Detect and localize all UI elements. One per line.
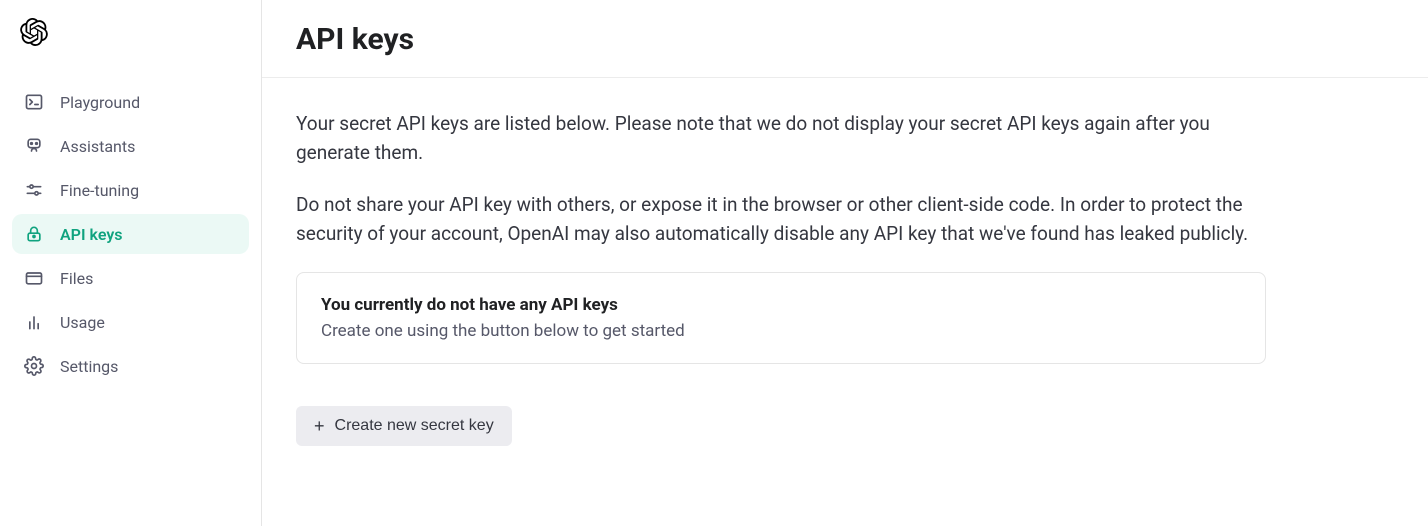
sidebar: Playground Assistants Fine-tuning API ke… <box>0 0 262 526</box>
main-content: API keys Your secret API keys are listed… <box>262 0 1428 526</box>
divider <box>262 77 1428 78</box>
sidebar-item-api-keys[interactable]: API keys <box>12 214 249 254</box>
sidebar-item-label: Assistants <box>60 137 135 156</box>
sidebar-item-assistants[interactable]: Assistants <box>12 126 249 166</box>
sidebar-item-fine-tuning[interactable]: Fine-tuning <box>12 170 249 210</box>
openai-logo[interactable] <box>12 18 249 82</box>
finetune-icon <box>24 180 44 200</box>
plus-icon: + <box>314 417 325 435</box>
empty-state-box: You currently do not have any API keys C… <box>296 272 1266 364</box>
sidebar-item-files[interactable]: Files <box>12 258 249 298</box>
create-secret-key-button[interactable]: + Create new secret key <box>296 406 512 446</box>
sidebar-item-label: Settings <box>60 357 118 376</box>
description-paragraph-1: Your secret API keys are listed below. P… <box>296 110 1266 167</box>
description-paragraph-2: Do not share your API key with others, o… <box>296 191 1266 248</box>
sidebar-item-playground[interactable]: Playground <box>12 82 249 122</box>
empty-state-subtitle: Create one using the button below to get… <box>321 321 1241 341</box>
gear-icon <box>24 356 44 376</box>
sidebar-item-label: API keys <box>60 225 123 244</box>
empty-state-title: You currently do not have any API keys <box>321 295 1241 315</box>
sidebar-item-label: Playground <box>60 93 140 112</box>
nav-list: Playground Assistants Fine-tuning API ke… <box>12 82 249 386</box>
terminal-icon <box>24 92 44 112</box>
sidebar-item-settings[interactable]: Settings <box>12 346 249 386</box>
sidebar-item-label: Files <box>60 269 93 288</box>
sidebar-item-label: Fine-tuning <box>60 181 139 200</box>
page-title: API keys <box>296 22 1394 57</box>
sidebar-item-label: Usage <box>60 313 105 332</box>
robot-icon <box>24 136 44 156</box>
folder-icon <box>24 268 44 288</box>
sidebar-item-usage[interactable]: Usage <box>12 302 249 342</box>
create-button-label: Create new secret key <box>335 417 494 435</box>
lock-icon <box>24 224 44 244</box>
chart-icon <box>24 312 44 332</box>
